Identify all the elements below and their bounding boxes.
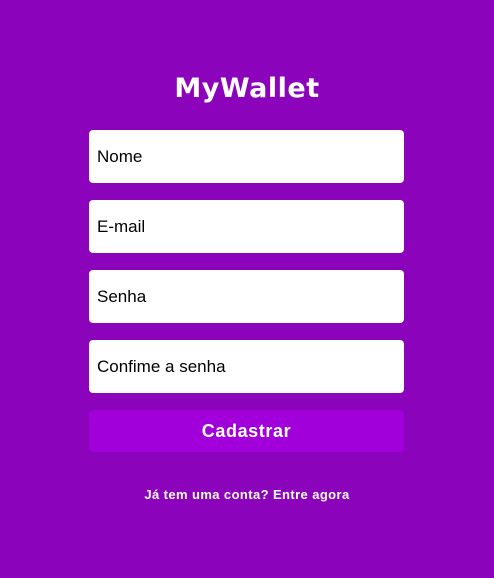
signup-form: Cadastrar [89,130,404,452]
name-input[interactable] [89,130,404,183]
signup-button[interactable]: Cadastrar [89,410,404,452]
app-logo: MyWallet [174,73,320,104]
login-link[interactable]: Já tem uma conta? Entre agora [0,486,494,504]
password-input[interactable] [89,270,404,323]
confirm-password-input[interactable] [89,340,404,393]
email-input[interactable] [89,200,404,253]
